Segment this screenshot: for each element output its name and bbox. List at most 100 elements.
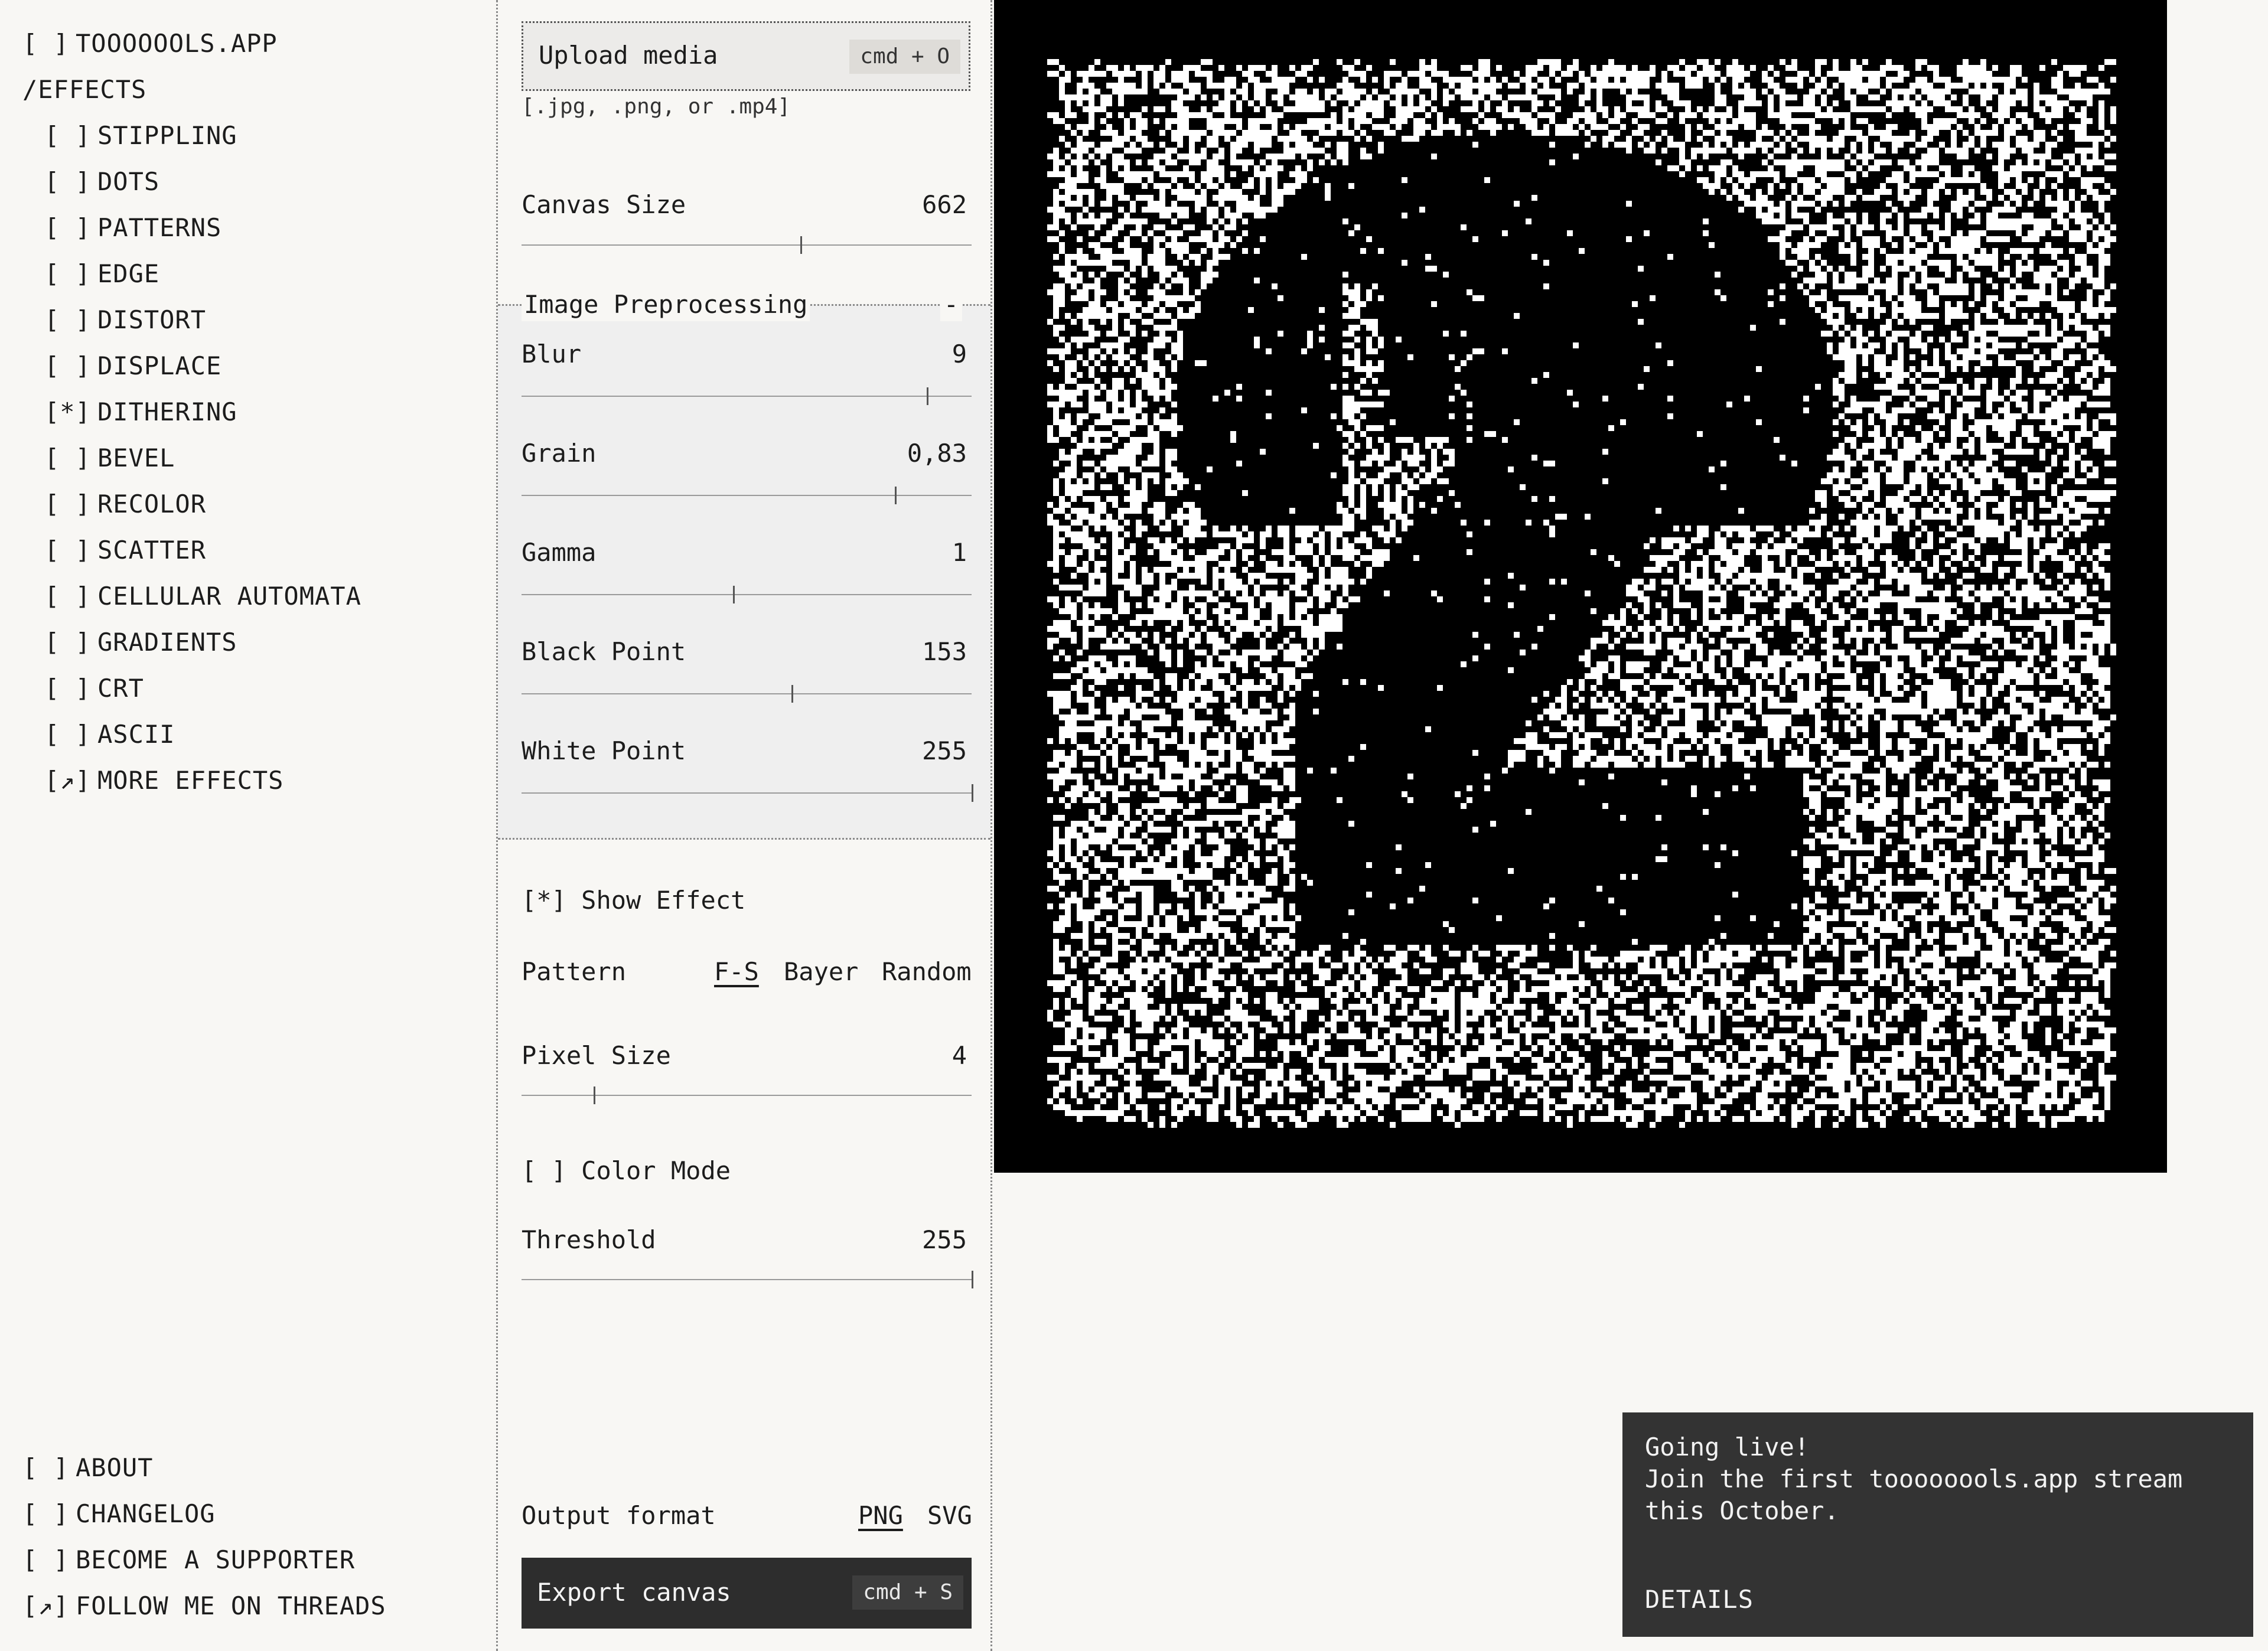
slider-track (522, 495, 972, 496)
nav-item-mark: [ ] (44, 259, 91, 288)
nav-app-link[interactable]: [ ] TOOOOOOLS.APP (22, 26, 278, 61)
color-mode-toggle[interactable]: [ ] Color Mode (522, 1156, 731, 1185)
nav-item-label: CRT (97, 674, 144, 703)
nav-item-mark: [ ] (44, 121, 91, 150)
gamma-label: Gamma (522, 538, 597, 567)
slider-handle[interactable] (593, 1086, 595, 1104)
pixel-size-slider[interactable] (522, 1086, 972, 1104)
nav-item-label: ASCII (97, 720, 175, 749)
grain-label: Grain (522, 439, 597, 468)
nav-item-more-effects[interactable]: [↗] MORE EFFECTS (44, 763, 284, 798)
slider-handle[interactable] (926, 387, 928, 405)
nav-section-heading: /EFFECTS (22, 75, 147, 104)
pattern-option-random[interactable]: Random (882, 957, 972, 986)
show-effect-toggle[interactable]: [*] Show Effect (522, 886, 745, 915)
nav-item-edge[interactable]: [ ] EDGE (44, 256, 159, 292)
gamma-slider[interactable] (522, 586, 972, 603)
canvas-size-value: 662 (922, 190, 967, 219)
upload-media-button[interactable]: Upload media cmd + O (522, 21, 970, 91)
output-format-label: Output format (522, 1501, 716, 1530)
show-effect-label: Show Effect (581, 886, 746, 915)
export-canvas-button[interactable]: Export canvas cmd + S (522, 1558, 972, 1629)
slider-handle[interactable] (791, 685, 794, 703)
nav-follow-threads[interactable]: [↗] FOLLOW ME ON THREADS (22, 1588, 386, 1624)
white-point-slider[interactable] (522, 784, 973, 802)
nav-item-distort[interactable]: [ ] DISTORT (44, 302, 206, 338)
nav-item-mark: [ ] (44, 490, 91, 518)
slider-track (522, 792, 972, 794)
grain-slider[interactable] (522, 487, 972, 504)
nav-item-bevel[interactable]: [ ] BEVEL (44, 441, 175, 476)
pixel-size-label: Pixel Size (522, 1041, 671, 1070)
slider-track (522, 1279, 972, 1280)
nav-item-mark: [ ] (44, 536, 91, 565)
slider-handle[interactable] (800, 236, 803, 254)
threshold-label: Threshold (522, 1225, 656, 1254)
nav-item-dithering[interactable]: [*] DITHERING (44, 394, 237, 430)
canvas-size-slider[interactable] (522, 236, 972, 254)
nav-item-label: FOLLOW ME ON THREADS (76, 1591, 386, 1620)
controls-panel: Upload media cmd + O [.jpg, .png, or .mp… (496, 0, 992, 1651)
upload-shortcut: cmd + O (849, 40, 960, 74)
nav-item-mark: [ ] (22, 1453, 69, 1482)
nav-item-mark: [ ] (22, 1545, 69, 1574)
effect-canvas[interactable] (994, 0, 2167, 1173)
dithered-image (1047, 59, 2116, 1128)
nav-item-mark: [ ] (44, 443, 91, 472)
nav-item-dots[interactable]: [ ] DOTS (44, 164, 159, 200)
nav-item-cellular-automata[interactable]: [ ] CELLULAR AUTOMATA (44, 579, 361, 614)
nav-changelog[interactable]: [ ] CHANGELOG (22, 1496, 216, 1532)
nav-item-scatter[interactable]: [ ] SCATTER (44, 533, 206, 568)
black-point-slider[interactable] (522, 685, 972, 703)
nav-item-label: EDGE (97, 259, 160, 288)
slider-track (522, 396, 972, 397)
slider-handle[interactable] (895, 487, 897, 504)
nav-item-ascii[interactable]: [ ] ASCII (44, 717, 175, 752)
slider-track (522, 244, 972, 246)
nav-item-displace[interactable]: [ ] DISPLACE (44, 348, 221, 384)
nav-item-crt[interactable]: [ ] CRT (44, 671, 144, 706)
grain-value: 0,83 (907, 439, 967, 468)
nav-item-label: GRADIENTS (97, 628, 237, 657)
output-option-png[interactable]: PNG (858, 1501, 903, 1530)
external-link-icon: [↗] (44, 766, 91, 795)
nav-item-mark: [ ] (44, 720, 91, 749)
nav-item-gradients[interactable]: [ ] GRADIENTS (44, 625, 237, 660)
nav-item-stippling[interactable]: [ ] STIPPLING (44, 118, 237, 154)
announcement-toast: Going live! Join the first toooooools.ap… (1622, 1412, 2253, 1637)
nav-item-label: PATTERNS (97, 213, 222, 242)
nav-item-patterns[interactable]: [ ] PATTERNS (44, 210, 221, 246)
nav-item-mark: [ ] (44, 167, 91, 196)
export-canvas-label: Export canvas (537, 1578, 731, 1607)
threshold-value: 255 (922, 1225, 967, 1254)
color-mode-label: Color Mode (581, 1156, 731, 1185)
slider-track (522, 594, 972, 595)
blur-value: 9 (951, 340, 967, 368)
blur-slider[interactable] (522, 387, 972, 405)
slider-handle[interactable] (972, 784, 973, 802)
pattern-option-bayer[interactable]: Bayer (784, 957, 858, 986)
nav-item-recolor[interactable]: [ ] RECOLOR (44, 487, 206, 522)
image-preprocessing-group: Image Preprocessing - Blur 9 Grain 0,83 … (498, 288, 990, 840)
toast-details-link[interactable]: DETAILS (1645, 1585, 1754, 1614)
nav-item-label: RECOLOR (97, 490, 207, 518)
slider-track (522, 1095, 972, 1096)
pattern-option-fs[interactable]: F-S (714, 957, 759, 986)
output-option-svg[interactable]: SVG (927, 1501, 972, 1530)
color-mode-checkbox: [ ] (522, 1156, 566, 1185)
nav-item-mark: [ ] (44, 351, 91, 380)
nav-item-label: SCATTER (97, 536, 207, 565)
nav-become-supporter[interactable]: [ ] BECOME A SUPPORTER (22, 1542, 355, 1578)
slider-handle[interactable] (733, 586, 735, 603)
slider-handle[interactable] (972, 1271, 973, 1288)
nav-item-label: BEVEL (97, 443, 175, 472)
external-link-icon: [↗] (22, 1591, 69, 1620)
nav-app-checkbox: [ ] (22, 29, 69, 58)
nav-about[interactable]: [ ] ABOUT (22, 1450, 153, 1486)
pixel-size-value: 4 (951, 1041, 967, 1070)
nav-item-label: BECOME A SUPPORTER (76, 1545, 356, 1574)
nav-item-mark: [ ] (44, 305, 91, 334)
collapse-toggle[interactable]: - (940, 288, 962, 321)
image-preprocessing-title: Image Preprocessing (522, 288, 810, 321)
threshold-slider[interactable] (522, 1271, 973, 1288)
